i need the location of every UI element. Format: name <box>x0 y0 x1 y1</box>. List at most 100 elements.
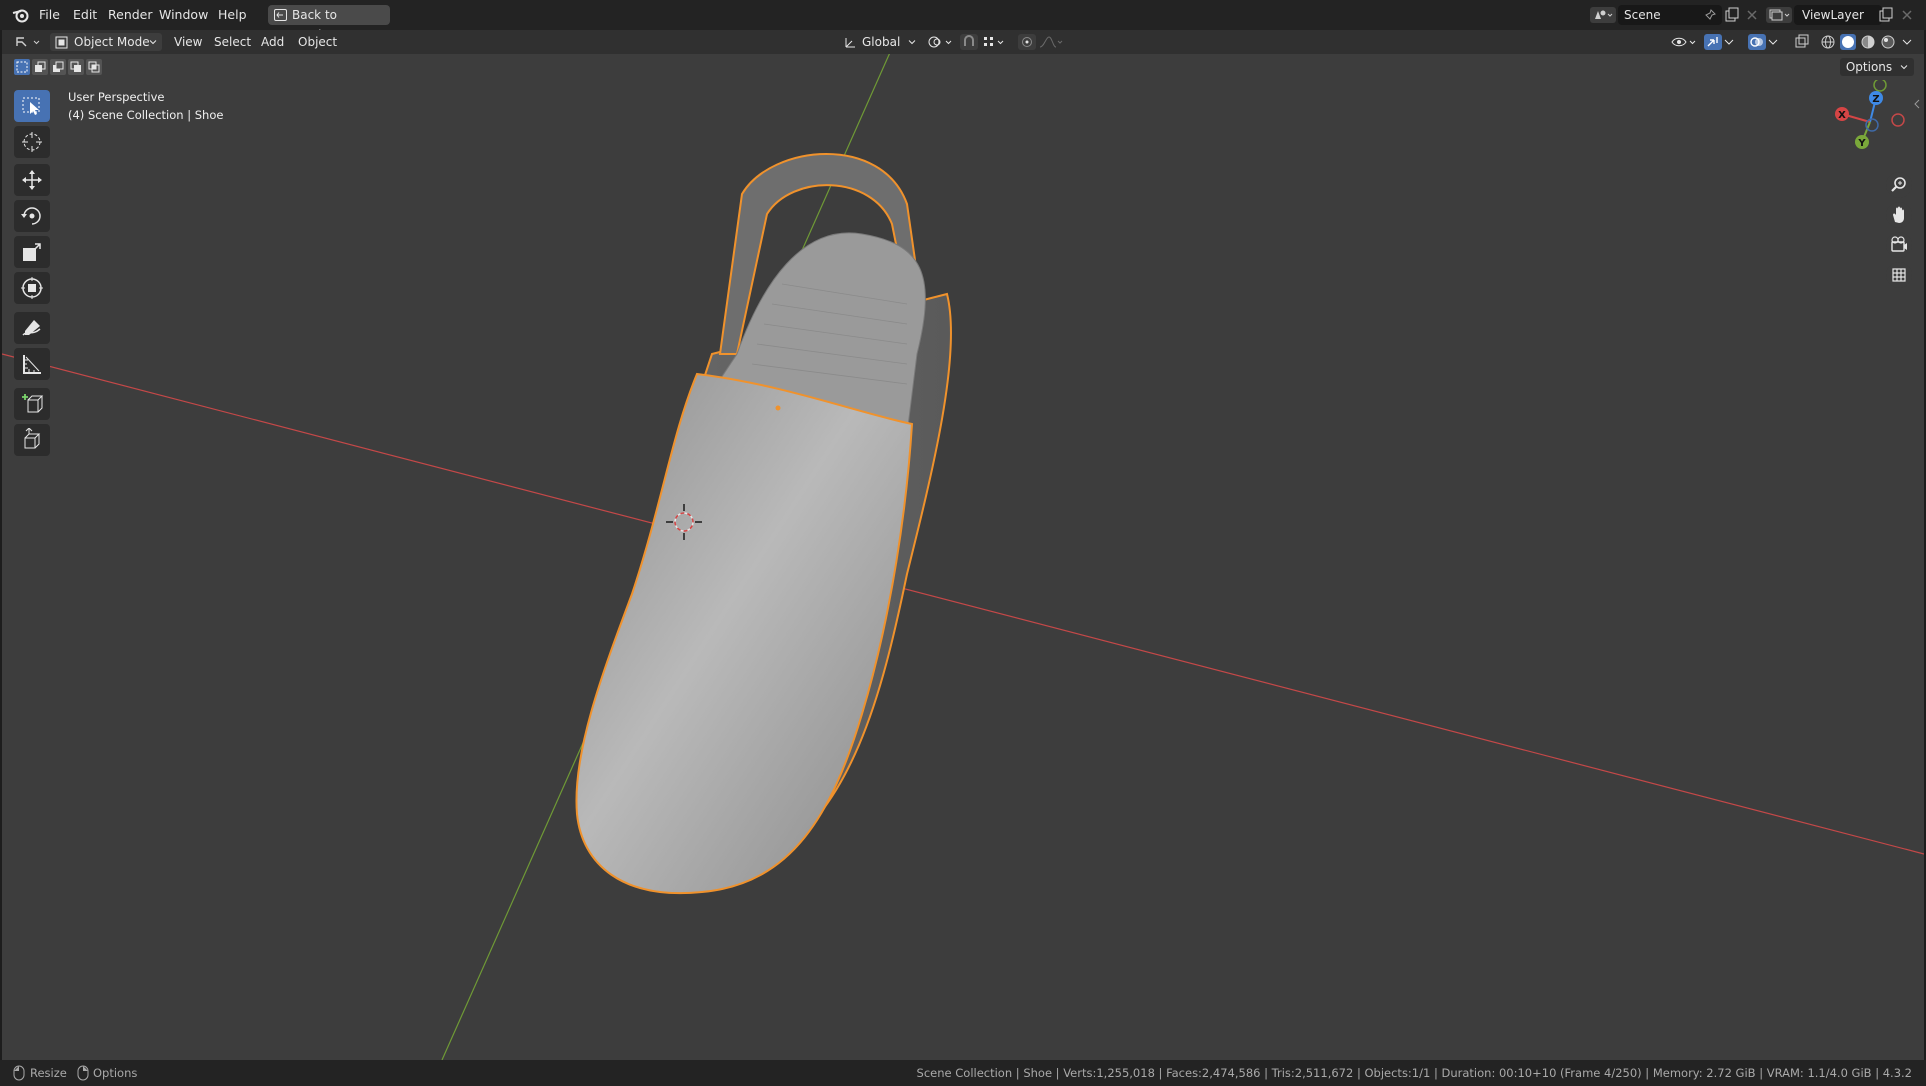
object-mode-icon <box>55 36 68 49</box>
measure-icon <box>23 355 41 374</box>
overlays-dropdown-icon[interactable] <box>1768 38 1778 46</box>
scene-name-field[interactable]: Scene <box>1618 5 1722 25</box>
gizmo-toggle-icon[interactable] <box>1704 34 1722 50</box>
delete-view-layer-icon[interactable] <box>1900 8 1914 22</box>
menu-help[interactable]: Help <box>218 7 247 22</box>
3d-viewport[interactable]: Options User Perspective (4) Scene Colle… <box>2 54 1924 1060</box>
snap-increment-icon[interactable] <box>982 34 1008 50</box>
new-view-layer-icon[interactable] <box>1878 7 1894 23</box>
tool-shelf <box>12 90 52 510</box>
ortho-toggle-button[interactable] <box>1886 262 1912 288</box>
shoe-upper <box>575 372 914 895</box>
move-icon <box>22 170 42 190</box>
shading-dropdown-icon[interactable] <box>1902 38 1912 46</box>
view-layer-name: ViewLayer <box>1802 8 1864 22</box>
viewport-collection-label: (4) Scene Collection | Shoe <box>68 108 224 122</box>
tool-annotate[interactable] <box>14 312 50 344</box>
gizmo-y-label: Y <box>1857 138 1866 149</box>
orientation-label: Global <box>862 35 901 49</box>
tool-cursor[interactable] <box>14 126 50 158</box>
cursor-icon <box>22 132 42 152</box>
tool-extrude[interactable] <box>14 424 50 456</box>
scale-icon <box>23 243 41 261</box>
top-menubar: File Edit Render Window Help Back to Pre… <box>0 0 1926 42</box>
menu-window[interactable]: Window <box>159 7 208 22</box>
overlays-toggle-icon[interactable] <box>1748 34 1766 50</box>
wireframe-shading-icon[interactable] <box>1820 34 1836 50</box>
zoom-icon <box>1891 177 1906 192</box>
chevron-down-icon <box>908 40 916 45</box>
add-cube-icon <box>22 394 44 413</box>
object-mode-label: Object Mode <box>74 35 150 49</box>
tool-move[interactable] <box>14 164 50 196</box>
pivot-point-icon[interactable] <box>926 34 956 50</box>
select-box-icon <box>22 97 40 115</box>
view-layer-field[interactable]: ViewLayer <box>1794 5 1882 25</box>
pin-icon[interactable] <box>1704 9 1716 21</box>
snap-toggle-icon[interactable] <box>960 34 978 50</box>
solid-shading-icon[interactable] <box>1840 34 1856 50</box>
editor-type-icon[interactable] <box>14 34 44 50</box>
camera-icon <box>1891 236 1907 252</box>
select-intersect-icon[interactable] <box>86 59 102 75</box>
scene-name: Scene <box>1624 8 1661 22</box>
viewport-scene <box>2 54 1924 1060</box>
proportional-editing-icon[interactable] <box>1018 34 1064 50</box>
tool-select-box[interactable] <box>14 90 50 122</box>
tool-add-cube[interactable] <box>14 388 50 420</box>
pan-button[interactable] <box>1886 202 1912 228</box>
options-label: Options <box>1845 60 1893 74</box>
select-invert-icon[interactable] <box>68 59 84 75</box>
grid-icon <box>1892 268 1906 282</box>
menu-add[interactable]: Add <box>261 33 284 51</box>
view-layer-icon[interactable] <box>1766 7 1792 23</box>
zoom-button[interactable] <box>1886 172 1912 198</box>
tool-measure[interactable] <box>14 348 50 380</box>
menu-select[interactable]: Select <box>214 33 251 51</box>
mouse-right-icon <box>77 1065 89 1081</box>
viewport-header: Object Mode View Select Add Object Globa… <box>2 30 1924 54</box>
select-extend-icon[interactable] <box>32 59 48 75</box>
transform-orientation-dropdown[interactable]: Global <box>840 33 920 51</box>
navigation-gizmo[interactable]: Z X Y <box>1822 80 1918 170</box>
camera-view-button[interactable] <box>1886 232 1912 258</box>
transform-icon <box>21 277 43 299</box>
select-subtract-icon[interactable] <box>50 59 66 75</box>
menu-file[interactable]: File <box>39 7 60 22</box>
object-origin <box>775 405 781 411</box>
extrude-icon <box>24 428 41 449</box>
delete-scene-icon[interactable] <box>1745 8 1759 22</box>
menu-object[interactable]: Object <box>298 33 337 51</box>
tool-scale[interactable] <box>14 236 50 268</box>
blender-logo-icon[interactable] <box>12 7 30 23</box>
mouse-left-icon <box>13 1065 25 1081</box>
gizmo-dropdown-icon[interactable] <box>1724 38 1734 46</box>
visibility-selectability-icon[interactable] <box>1670 34 1698 50</box>
tool-transform[interactable] <box>14 272 50 304</box>
viewport-perspective-label: User Perspective <box>68 90 165 104</box>
status-resize-label: Resize <box>30 1066 67 1080</box>
annotate-icon <box>22 320 41 336</box>
chevron-down-icon <box>1900 65 1908 70</box>
xray-toggle-icon[interactable] <box>1794 34 1810 50</box>
select-new-icon[interactable] <box>14 59 30 75</box>
rendered-shading-icon[interactable] <box>1880 34 1896 50</box>
menu-view[interactable]: View <box>174 33 202 51</box>
x-axis-line <box>2 353 1924 855</box>
tool-rotate[interactable] <box>14 200 50 232</box>
material-preview-icon[interactable] <box>1860 34 1876 50</box>
chevron-down-icon <box>149 40 157 45</box>
collapse-sidebar-icon[interactable] <box>1912 98 1922 110</box>
blender-window: File Edit Render Window Help Back to Pre… <box>0 0 1926 1086</box>
object-mode-dropdown[interactable]: Object Mode <box>50 33 162 51</box>
menu-render[interactable]: Render <box>108 7 153 22</box>
scene-statistics: Scene Collection | Shoe | Verts:1,255,01… <box>916 1066 1912 1080</box>
scene-icon[interactable] <box>1590 7 1616 23</box>
back-to-previous-button[interactable]: Back to Previous <box>268 5 390 42</box>
status-options-label: Options <box>93 1066 138 1080</box>
menu-edit[interactable]: Edit <box>73 7 97 22</box>
gizmo-z-label: Z <box>1872 94 1879 105</box>
gizmo-x-label: X <box>1838 110 1846 121</box>
new-scene-icon[interactable] <box>1724 7 1740 23</box>
options-dropdown[interactable]: Options <box>1839 58 1914 76</box>
